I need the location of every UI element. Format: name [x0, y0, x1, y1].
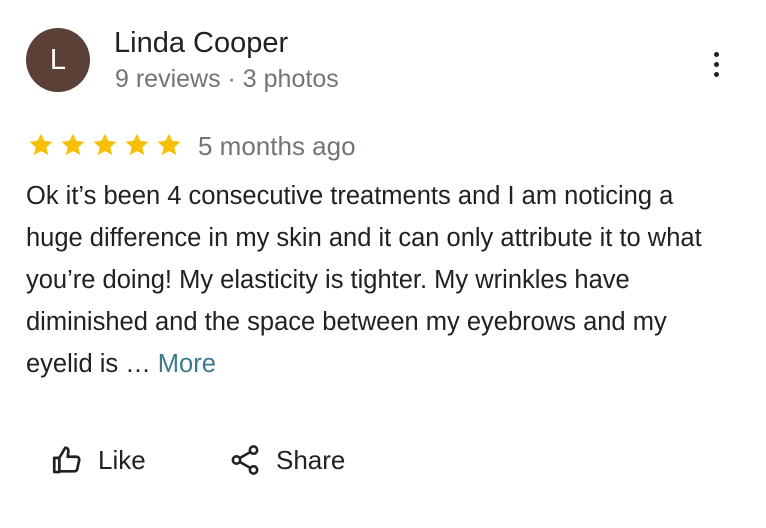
share-icon [231, 445, 259, 475]
review-text: Ok it’s been 4 consecutive treatments an… [26, 175, 716, 385]
more-options-button[interactable] [700, 44, 732, 84]
star-icon [157, 133, 181, 156]
star-icon [93, 133, 117, 156]
review-body: Ok it’s been 4 consecutive treatments an… [26, 182, 702, 378]
star-rating [26, 131, 184, 159]
avatar[interactable]: L [26, 28, 90, 92]
author-meta: 9 reviews · 3 photos [115, 65, 339, 93]
share-label: Share [276, 445, 346, 475]
author-name[interactable]: Linda Cooper [114, 26, 288, 60]
review-card: L Linda Cooper 9 reviews · 3 photos 5 mo… [0, 0, 766, 528]
star-icon [125, 133, 149, 156]
like-label: Like [98, 445, 146, 475]
vertical-dots-icon-dot [713, 61, 719, 67]
star-icon [61, 133, 85, 156]
share-button[interactable]: Share [228, 438, 345, 482]
review-date: 5 months ago [198, 131, 356, 161]
like-button[interactable]: Like [50, 438, 146, 482]
more-link[interactable]: More [158, 350, 216, 378]
vertical-dots-icon [713, 51, 719, 57]
vertical-dots-icon-dot [713, 71, 719, 77]
thumbs-up-icon [52, 446, 81, 474]
star-icon [29, 133, 53, 156]
avatar-letter: L [49, 43, 67, 76]
